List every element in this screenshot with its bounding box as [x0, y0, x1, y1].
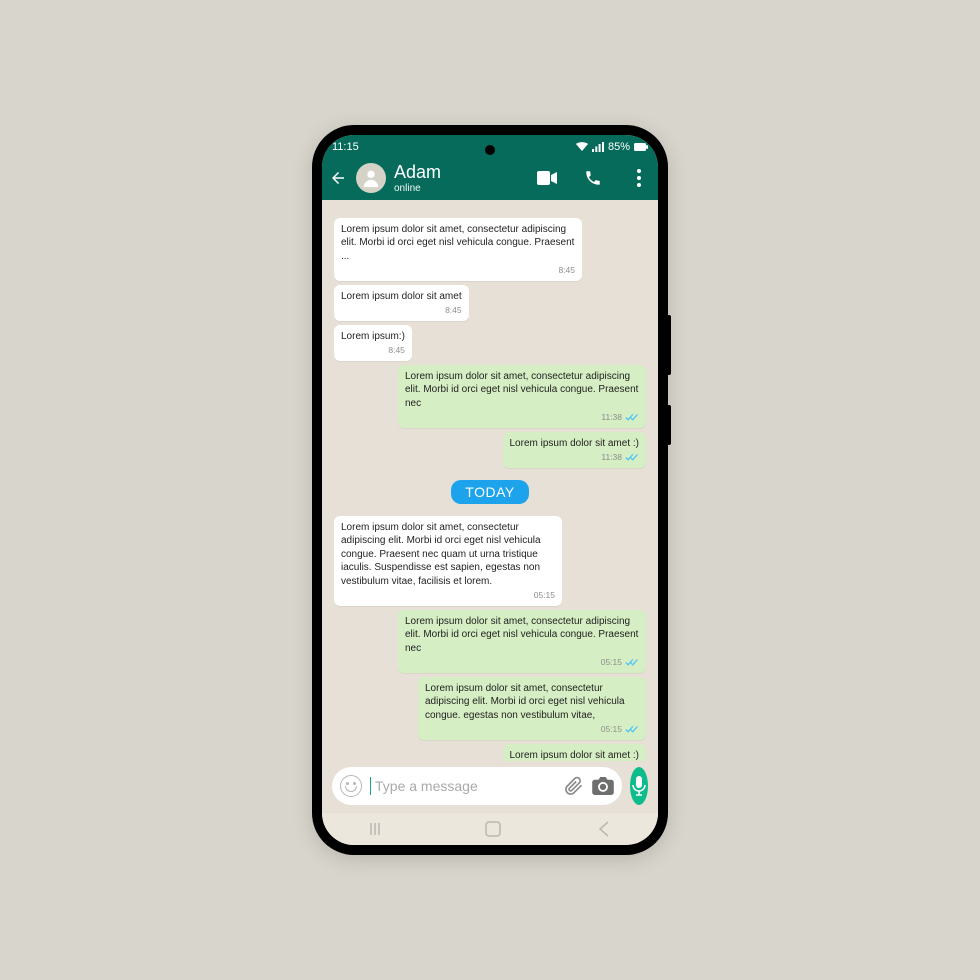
contact-presence: online: [394, 183, 528, 194]
message-incoming[interactable]: Lorem ipsum:)8:45: [334, 325, 412, 361]
chat-header: Adam online: [322, 159, 658, 200]
wifi-icon: [576, 142, 588, 152]
nav-home-icon[interactable]: [485, 821, 501, 837]
message-time: 11:38: [601, 452, 622, 463]
more-menu-button[interactable]: [628, 167, 650, 189]
message-time: 8:45: [445, 305, 462, 316]
message-meta: 05:15: [341, 590, 555, 601]
message-outgoing[interactable]: Lorem ipsum dolor sit amet :)05:15: [503, 744, 647, 761]
message-text: Lorem ipsum dolor sit amet, consectetur …: [405, 370, 639, 411]
camera-notch: [485, 145, 495, 155]
message-meta: 11:38: [510, 452, 640, 463]
message-time: 05:15: [534, 590, 555, 601]
message-text: Lorem ipsum dolor sit amet, consectetur …: [425, 682, 639, 723]
message-time: 8:45: [388, 345, 405, 356]
back-button[interactable]: [328, 168, 348, 188]
message-meta: 05:15: [405, 657, 639, 668]
status-right: 85%: [576, 141, 648, 153]
message-text: Lorem ipsum dolor sit amet, consectetur …: [341, 223, 575, 264]
message-incoming[interactable]: Lorem ipsum dolor sit amet, consectetur …: [334, 218, 582, 281]
message-time: 11:38: [601, 412, 622, 423]
read-ticks-icon: [625, 658, 639, 667]
message-meta: 8:45: [341, 305, 462, 316]
message-incoming[interactable]: Lorem ipsum dolor sit amet8:45: [334, 285, 469, 321]
camera-button[interactable]: [592, 777, 614, 795]
message-outgoing[interactable]: Lorem ipsum dolor sit amet :)11:38: [503, 432, 647, 468]
phone-side-button: [667, 315, 671, 375]
message-input[interactable]: [370, 777, 556, 795]
message-time: 8:45: [558, 265, 575, 276]
voice-call-button[interactable]: [582, 167, 604, 189]
message-meta: 8:45: [341, 265, 575, 276]
message-time: 05:15: [601, 657, 622, 668]
message-text: Lorem ipsum dolor sit amet: [341, 290, 462, 304]
message-text: Lorem ipsum dolor sit amet, consectetur …: [341, 521, 555, 589]
message-text: Lorem ipsum dolor sit amet :): [510, 437, 640, 451]
mic-send-button[interactable]: [630, 767, 648, 805]
read-ticks-icon: [625, 725, 639, 734]
composer-row: [322, 761, 658, 813]
message-text: Lorem ipsum dolor sit amet :): [510, 749, 640, 761]
day-divider: TODAY: [451, 480, 528, 504]
screen: 11:15 85% Adam online: [322, 135, 658, 845]
message-text: Lorem ipsum:): [341, 330, 405, 344]
contact-name-block[interactable]: Adam online: [394, 163, 528, 194]
system-nav-bar: [322, 813, 658, 845]
contact-name: Adam: [394, 163, 528, 183]
attach-button[interactable]: [564, 776, 584, 796]
message-outgoing[interactable]: Lorem ipsum dolor sit amet, consectetur …: [398, 365, 646, 428]
composer[interactable]: [332, 767, 622, 805]
phone-frame: 11:15 85% Adam online: [312, 125, 668, 855]
message-meta: 11:38: [405, 412, 639, 423]
message-time: 05:15: [601, 724, 622, 735]
message-outgoing[interactable]: Lorem ipsum dolor sit amet, consectetur …: [418, 677, 646, 740]
nav-recent-icon[interactable]: [370, 822, 388, 836]
read-ticks-icon: [625, 453, 639, 462]
message-incoming[interactable]: Lorem ipsum dolor sit amet, consectetur …: [334, 516, 562, 606]
message-meta: 8:45: [341, 345, 405, 356]
avatar[interactable]: [356, 163, 386, 193]
signal-icon: [592, 142, 604, 152]
message-text: Lorem ipsum dolor sit amet, consectetur …: [405, 615, 639, 656]
video-call-button[interactable]: [536, 167, 558, 189]
emoji-button[interactable]: [340, 775, 362, 797]
battery-icon: [634, 143, 648, 151]
nav-back-icon[interactable]: [598, 821, 610, 837]
phone-side-button: [667, 405, 671, 445]
message-meta: 05:15: [425, 724, 639, 735]
chat-area[interactable]: Lorem ipsum dolor sit amet, consectetur …: [322, 200, 658, 761]
message-outgoing[interactable]: Lorem ipsum dolor sit amet, consectetur …: [398, 610, 646, 673]
battery-percent: 85%: [608, 141, 630, 153]
status-time: 11:15: [332, 141, 359, 153]
read-ticks-icon: [625, 413, 639, 422]
